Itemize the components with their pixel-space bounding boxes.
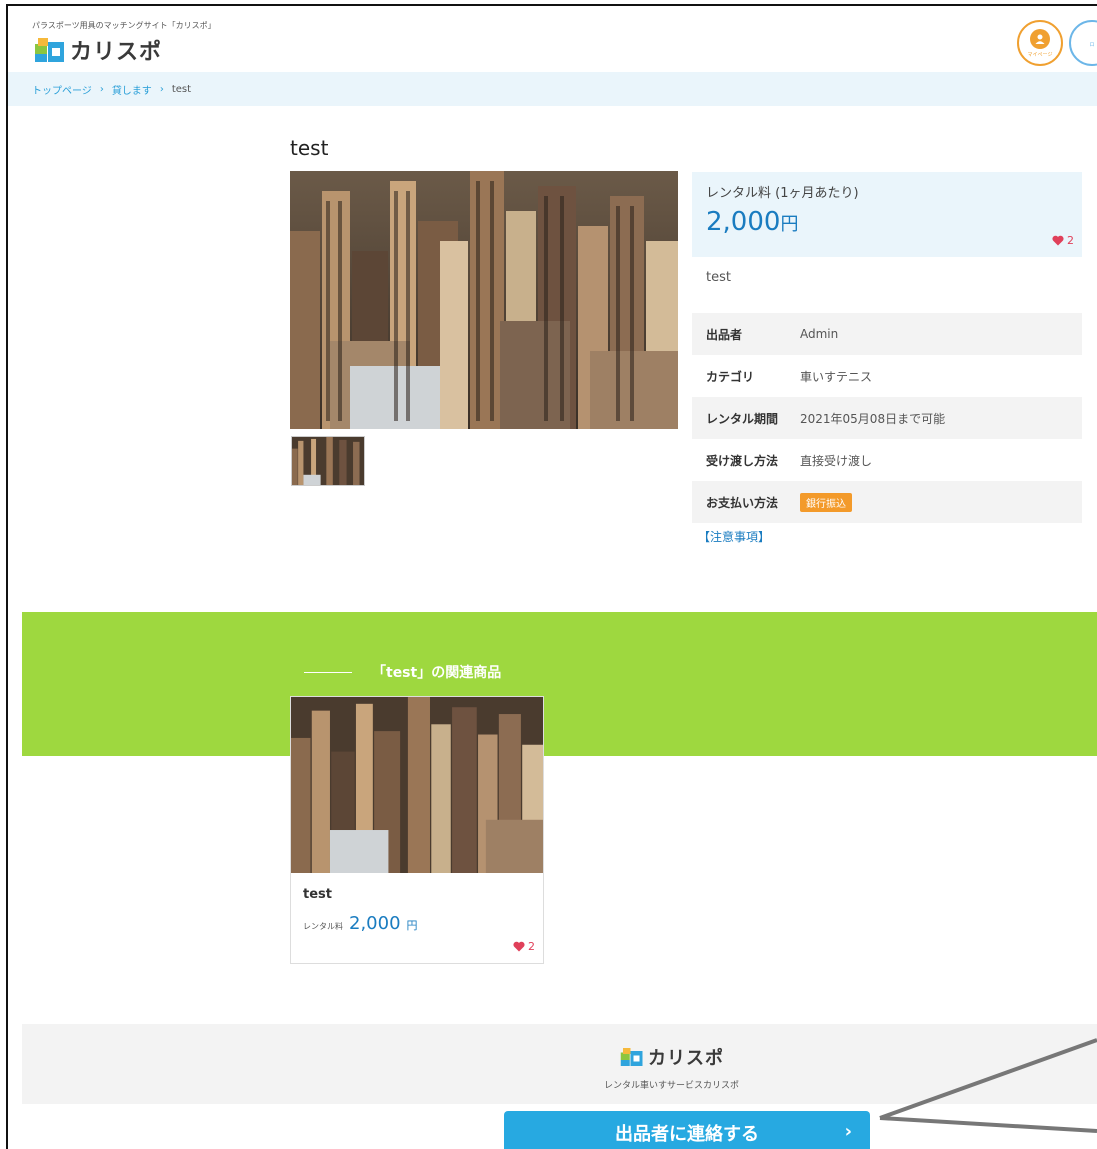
contact-seller-label: 出品者に連絡する <box>615 1124 759 1145</box>
heading-rule <box>304 671 352 673</box>
chevron-right-icon: › <box>844 1121 852 1142</box>
related-like-counter[interactable]: 2 <box>513 940 535 953</box>
price-label: レンタル料 (1ヶ月あたり) <box>706 186 859 201</box>
product-title: test <box>290 136 329 160</box>
breadcrumb-separator: › <box>159 83 164 95</box>
price-number: 2,000 <box>706 207 781 237</box>
spec-row-payment: お支払い方法 銀行振込 <box>692 481 1082 523</box>
spec-key: レンタル期間 <box>706 411 779 426</box>
price-unit: 円 <box>780 214 799 235</box>
heart-icon <box>1052 235 1064 246</box>
logo-icon <box>35 38 64 62</box>
header-actions: マイページ ロ <box>1017 20 1097 66</box>
spec-row-seller: 出品者 Admin <box>692 313 1082 355</box>
related-product-price: レンタル料 2,000 円 <box>303 913 418 934</box>
footer-subtitle: レンタル車いすサービスカリスポ <box>604 1081 740 1091</box>
payment-badge: 銀行振込 <box>800 492 852 512</box>
spec-row-category: カテゴリ 車いすテニス <box>692 355 1082 397</box>
spec-key: 出品者 <box>706 327 743 342</box>
breadcrumb-current: test <box>171 83 192 95</box>
spec-key: 受け渡し方法 <box>706 453 779 468</box>
secondary-header-button[interactable]: ロ <box>1069 20 1097 66</box>
footer-logo-icon <box>620 1048 643 1066</box>
related-price-label: レンタル料 <box>303 922 343 931</box>
spec-value: 2021年05月08日まで可能 <box>800 411 946 426</box>
price-box: レンタル料 (1ヶ月あたり) 2,000円 2 <box>692 172 1082 257</box>
spec-value: 直接受け渡し <box>800 453 873 468</box>
logo-text: カリスポ <box>70 40 163 65</box>
spec-value: 車いすテニス <box>800 369 873 384</box>
page-frame: パラスポーツ用具のマッチングサイト「カリスポ」 カリスポ マイページ ロ トップ… <box>6 4 1097 1149</box>
spec-table: 出品者 Admin カテゴリ 車いすテニス レンタル期間 2021年05月08日… <box>692 313 1082 523</box>
related-product-image <box>291 697 543 873</box>
footer <box>22 1024 1097 1104</box>
contact-seller-button[interactable]: 出品者に連絡する › <box>504 1111 870 1149</box>
city-photo <box>290 171 678 429</box>
city-thumbnail-photo <box>292 437 364 485</box>
related-band <box>22 612 1097 756</box>
like-count: 2 <box>1067 234 1074 247</box>
footer-logo-text: カリスポ <box>648 1048 724 1069</box>
spec-row-handover: 受け渡し方法 直接受け渡し <box>692 439 1082 481</box>
spec-value: Admin <box>800 327 839 341</box>
city-card-photo <box>291 697 543 873</box>
mypage-caption: マイページ <box>1027 51 1053 58</box>
product-main-image[interactable] <box>290 171 678 429</box>
breadcrumb-lend[interactable]: 貸します <box>112 82 152 97</box>
related-heading: 「test」の関連商品 <box>304 662 501 682</box>
related-price-number: 2,000 <box>349 913 401 934</box>
footer-logo[interactable]: カリスポ <box>620 1044 724 1070</box>
breadcrumb-separator: › <box>99 83 104 95</box>
spec-value: 銀行振込 <box>800 492 852 512</box>
breadcrumb-top[interactable]: トップページ <box>32 82 92 97</box>
user-icon <box>1030 28 1050 49</box>
mypage-button[interactable]: マイページ <box>1017 20 1063 66</box>
notice-link[interactable]: 【注意事項】 <box>698 528 770 545</box>
site-tagline: パラスポーツ用具のマッチングサイト「カリスポ」 <box>32 21 216 30</box>
secondary-header-caption: ロ <box>1089 41 1095 48</box>
breadcrumb: トップページ › 貸します › test <box>8 72 1097 106</box>
related-product-title: test <box>303 887 332 902</box>
site-logo[interactable]: カリスポ <box>34 34 162 66</box>
price-value: 2,000円 <box>706 207 1068 237</box>
like-counter[interactable]: 2 <box>1052 234 1074 247</box>
spec-row-rental-period: レンタル期間 2021年05月08日まで可能 <box>692 397 1082 439</box>
spec-key: お支払い方法 <box>706 495 779 510</box>
heart-icon <box>513 941 525 952</box>
related-like-count: 2 <box>528 940 535 953</box>
related-price-unit: 円 <box>406 919 418 932</box>
spec-key: カテゴリ <box>706 369 755 384</box>
product-thumbnail[interactable] <box>291 436 365 486</box>
product-description: test <box>706 270 731 285</box>
related-product-card[interactable]: test レンタル料 2,000 円 2 <box>290 696 544 964</box>
related-heading-text: 「test」の関連商品 <box>372 665 502 681</box>
